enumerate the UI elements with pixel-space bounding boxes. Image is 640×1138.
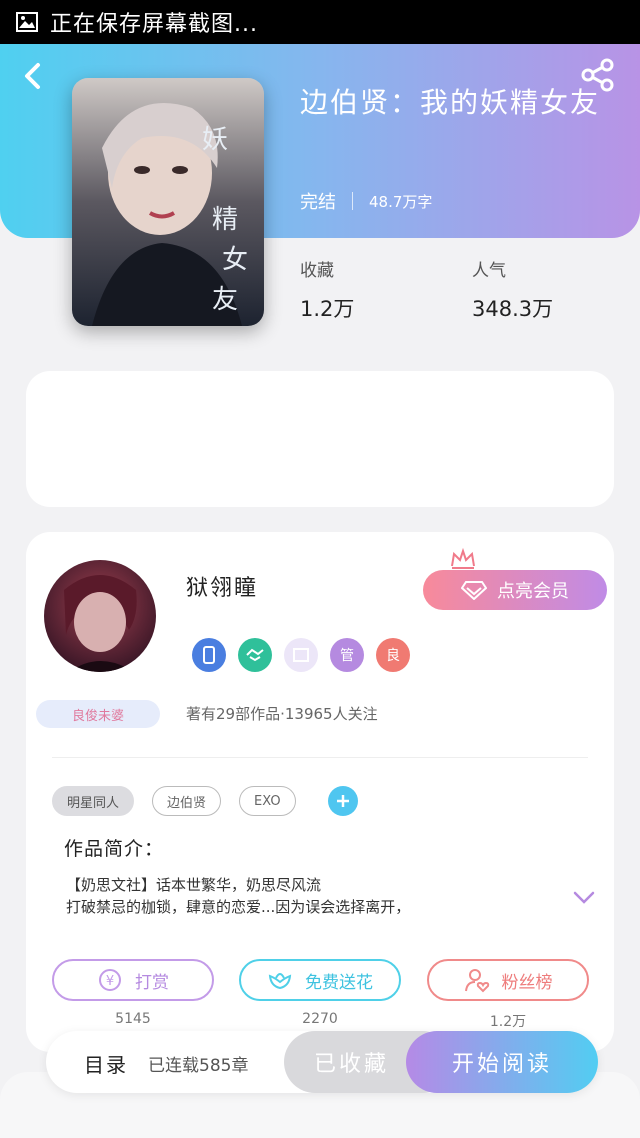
start-reading-button[interactable]: 开始阅读: [406, 1031, 598, 1093]
author-stats: 著有29部作品·13965人关注: [186, 705, 378, 723]
popularity-value: 348.3万: [472, 297, 554, 321]
send-flower-button[interactable]: 免费送花: [239, 959, 401, 1001]
chevron-left-icon: [25, 63, 40, 89]
intro-title: 作品简介：: [64, 838, 165, 860]
svg-text:¥: ¥: [106, 974, 114, 989]
back-button[interactable]: [22, 58, 52, 94]
status-title: 正在保存屏幕截图...: [50, 12, 258, 37]
tip-label: 打赏: [135, 972, 169, 993]
badge-admin-label: 管: [340, 648, 354, 664]
collect-label: 收藏: [300, 261, 334, 281]
start-reading-label: 开始阅读: [451, 1052, 552, 1077]
meta-divider: [352, 192, 353, 210]
send-flower-label: 免费送花: [305, 972, 373, 993]
yen-icon: ¥: [97, 967, 123, 993]
book-meta: 完结 48.7万字: [300, 188, 432, 214]
badge-good[interactable]: 良: [376, 638, 410, 672]
fan-rank-label: 粉丝榜: [501, 972, 553, 993]
svg-text:精: 精: [212, 205, 238, 235]
vip-label: 点亮会员: [497, 581, 569, 602]
author-avatar[interactable]: [44, 560, 156, 672]
badge-phone-icon[interactable]: [192, 638, 226, 672]
tag-item[interactable]: EXO: [239, 786, 296, 816]
status-bar: 正在保存屏幕截图...: [0, 0, 640, 44]
intro-line: 打破禁忌的枷锁，肆意的恋爱...因为误会选择离开，: [66, 898, 411, 916]
cover-image: 妖 精 女 友: [72, 78, 264, 326]
badge-good-label: 良: [386, 648, 400, 664]
intro-text: 【奶思文社】话本世繁华，奶思尽风流 打破禁忌的枷锁，肆意的恋爱...因为误会选择…: [66, 874, 556, 918]
collect-stat: 收藏 1.2万: [300, 256, 354, 323]
divider: [52, 757, 588, 758]
flower-icon: [267, 967, 293, 993]
svg-text:妖: 妖: [202, 125, 228, 155]
popularity-stat: 人气 348.3万: [472, 256, 553, 323]
image-icon: [16, 12, 38, 32]
tag-item[interactable]: 明星同人: [52, 786, 135, 816]
author-badges: 管 良: [192, 638, 422, 672]
book-word-count: 48.7万字: [369, 192, 433, 211]
user-heart-icon: [464, 967, 490, 993]
book-title: 边伯贤：我的妖精女友: [300, 86, 601, 119]
book-cover[interactable]: 妖 精 女 友: [72, 78, 264, 326]
add-tag-button[interactable]: [327, 786, 358, 816]
plus-icon: [336, 795, 349, 807]
tip-count: 5145: [115, 1011, 151, 1027]
vip-button[interactable]: 点亮会员: [423, 570, 607, 610]
flower-count: 2270: [302, 1011, 338, 1027]
svg-text:友: 友: [212, 285, 238, 315]
collect-value: 1.2万: [300, 297, 355, 321]
fan-rank-button[interactable]: 粉丝榜: [427, 959, 589, 1001]
crown-icon: [451, 548, 475, 569]
tip-button[interactable]: ¥ 打赏: [52, 959, 214, 1001]
chevron-down-icon[interactable]: [572, 890, 596, 906]
svg-text:女: 女: [222, 245, 248, 275]
diamond-icon: [461, 581, 487, 600]
avatar-image: [44, 560, 156, 672]
tag-item[interactable]: 边伯贤: [152, 786, 222, 816]
collected-label: 已收藏: [314, 1052, 390, 1077]
badge-admin[interactable]: 管: [330, 638, 364, 672]
book-tags: 明星同人 边伯贤 EXO: [52, 786, 358, 816]
toc-button[interactable]: 目录: [84, 1049, 128, 1078]
book-status: 完结: [300, 192, 336, 213]
badge-handshake-icon[interactable]: [238, 638, 272, 672]
author-title-tag: 良俊未婆: [36, 700, 160, 728]
chapter-count: 已连载585章: [148, 1056, 249, 1076]
intro-line: 【奶思文社】话本世繁华，奶思尽风流: [66, 876, 322, 894]
badge-book-icon[interactable]: [284, 638, 318, 672]
popularity-label: 人气: [472, 261, 506, 281]
author-name[interactable]: 狱翎瞳: [186, 570, 258, 602]
blank-card: [26, 371, 614, 507]
fan-count: 1.2万: [489, 1014, 527, 1030]
